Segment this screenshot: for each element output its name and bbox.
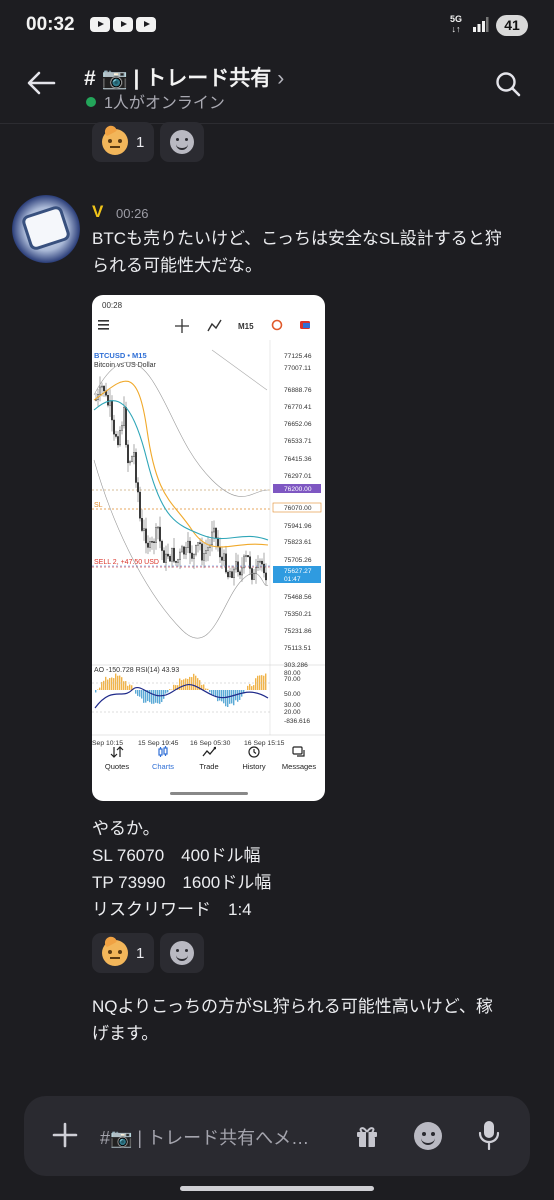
price-axis-label: 75941.96 bbox=[284, 523, 312, 530]
online-status: 1人がオンライン bbox=[86, 89, 225, 113]
price-axis-label: 75231.86 bbox=[284, 628, 312, 635]
price-axis-label: 77125.46 bbox=[284, 353, 312, 360]
reaction-count: 1 bbox=[136, 133, 145, 151]
price-axis-label: 75627.27 bbox=[284, 568, 312, 575]
indicator-axis-label: -836.616 bbox=[284, 718, 310, 725]
network-type: 5G ↓↑ bbox=[450, 14, 463, 34]
price-axis-label: 75350.21 bbox=[284, 611, 312, 618]
author-name[interactable]: V bbox=[92, 202, 103, 222]
svg-text:AO -150.728 RSI(14) 43.93: AO -150.728 RSI(14) 43.93 bbox=[94, 667, 179, 674]
add-reaction-button[interactable] bbox=[160, 122, 204, 162]
svg-text:SL: SL bbox=[94, 502, 103, 509]
message-input[interactable]: #📷 | トレード共有へメ… bbox=[100, 1124, 309, 1150]
message-text: BTCも売りたいけど、こっちは安全なSL設計すると狩 られる可能性大だな。 bbox=[92, 229, 502, 275]
reaction-salute[interactable]: 1 bbox=[92, 933, 155, 973]
reaction-count: 1 bbox=[136, 944, 145, 962]
price-axis-label: 76888.76 bbox=[284, 387, 312, 394]
saluting-face-icon bbox=[102, 934, 128, 966]
message-text: やるか。 SL 76070 400ドル幅 TP 73990 1600ドル幅 リス… bbox=[92, 819, 272, 919]
home-indicator bbox=[180, 1186, 374, 1191]
avatar[interactable] bbox=[12, 195, 80, 263]
status-bar: 00:32 5G ↓↑ 41 bbox=[0, 0, 554, 52]
channel-title[interactable]: # 📷 | トレード共有 › bbox=[84, 62, 284, 92]
add-reaction-button[interactable] bbox=[160, 933, 204, 973]
image-timeframe: M15 bbox=[238, 322, 254, 331]
image-toolbar: M15 bbox=[98, 319, 310, 333]
indicator-axis-label: 303.286 bbox=[284, 662, 308, 669]
battery-indicator: 41 bbox=[496, 15, 528, 36]
channel-name: # 📷 | トレード共有 bbox=[84, 67, 272, 90]
price-axis-label: 75823.61 bbox=[284, 539, 312, 546]
message-text: NQよりこっちの方がSL狩られる可能性高いけど、稼 げます。 bbox=[92, 997, 493, 1043]
youtube-notification-icon bbox=[136, 17, 156, 32]
indicator-axis-label: 70.00 bbox=[284, 676, 301, 683]
microphone-icon[interactable] bbox=[478, 1120, 500, 1150]
status-time: 00:32 bbox=[26, 14, 75, 35]
price-axis-label: 76652.06 bbox=[284, 421, 312, 428]
nav-quotes: Quotes bbox=[94, 740, 140, 771]
image-bottom-nav: Quotes Charts Trade History Messages bbox=[92, 740, 325, 784]
price-axis-label: 76533.71 bbox=[284, 438, 312, 445]
price-axis-label: 76415.36 bbox=[284, 456, 312, 463]
chevron-right-icon: › bbox=[277, 67, 285, 90]
search-icon[interactable] bbox=[494, 70, 522, 98]
message-timestamp: 00:26 bbox=[116, 206, 149, 221]
youtube-notification-icon bbox=[90, 17, 110, 32]
price-axis-label: 75705.26 bbox=[284, 557, 312, 564]
price-axis-label: 76770.41 bbox=[284, 404, 312, 411]
nav-history: History bbox=[231, 740, 277, 771]
indicator-axis-label: 50.00 bbox=[284, 691, 301, 698]
price-axis-label: 76070.00 bbox=[284, 505, 312, 512]
indicator-axis-label: 20.00 bbox=[284, 709, 301, 716]
attached-image[interactable]: 00:28 M15 BTCUSD • M15 Bitcoin vs US Dol… bbox=[92, 295, 325, 801]
svg-text:SELL 2, +47.50 USD: SELL 2, +47.50 USD bbox=[94, 559, 159, 566]
price-axis-label: 75113.51 bbox=[284, 645, 311, 652]
price-axis-label: 75468.56 bbox=[284, 594, 312, 601]
nav-messages: Messages bbox=[276, 740, 322, 771]
price-axis-label: 76297.01 bbox=[284, 473, 312, 480]
indicator-axis-label: 30.00 bbox=[284, 702, 301, 709]
nav-charts: Charts bbox=[140, 740, 186, 771]
gift-icon[interactable] bbox=[354, 1123, 380, 1149]
price-axis-label: 76200.00 bbox=[284, 486, 312, 493]
smiley-icon bbox=[170, 941, 194, 965]
back-arrow-icon[interactable] bbox=[24, 66, 58, 100]
youtube-notification-icon bbox=[113, 17, 133, 32]
image-home-indicator bbox=[170, 792, 248, 795]
plus-icon[interactable] bbox=[52, 1122, 78, 1148]
online-dot-icon bbox=[86, 97, 96, 107]
svg-text:BTCUSD • M15: BTCUSD • M15 bbox=[94, 351, 147, 360]
smiley-icon bbox=[170, 130, 194, 154]
saluting-face-icon bbox=[102, 123, 128, 155]
svg-text:Bitcoin vs US Dollar: Bitcoin vs US Dollar bbox=[94, 362, 157, 369]
reaction-salute[interactable]: 1 bbox=[92, 122, 155, 162]
price-axis-label: 01:47 bbox=[284, 576, 301, 583]
signal-icon bbox=[473, 17, 489, 32]
message-composer: #📷 | トレード共有へメ… bbox=[24, 1096, 530, 1176]
channel-header: # 📷 | トレード共有 › 1人がオンライン bbox=[0, 52, 554, 124]
image-status-time: 00:28 bbox=[102, 301, 123, 310]
price-axis-label: 77007.11 bbox=[284, 365, 311, 372]
nav-trade: Trade bbox=[186, 740, 232, 771]
price-chart: BTCUSD • M15 Bitcoin vs US Dollar SL SEL… bbox=[92, 340, 325, 747]
emoji-icon[interactable] bbox=[414, 1122, 442, 1150]
